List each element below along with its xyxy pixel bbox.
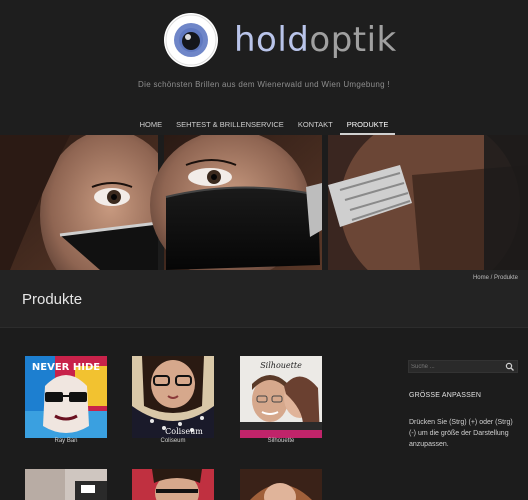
product-label-ray-ban: Ray Ban — [54, 438, 78, 444]
site-logo[interactable]: holdoptik — [164, 12, 397, 68]
logo-text-part2: optik — [309, 20, 397, 60]
product-card-ray-ban[interactable]: NEVER HIDE — [25, 356, 107, 438]
product-label-silhouette: Silhouette — [267, 438, 295, 444]
site-tagline: Die schönsten Brillen aus dem Wienerwald… — [138, 80, 390, 89]
product-card-row2-3[interactable] — [240, 469, 322, 500]
product-image-ray-ban: NEVER HIDE — [25, 356, 107, 438]
hero-banner — [0, 135, 528, 270]
nav-item-kontakt[interactable]: KONTAKT — [291, 115, 340, 135]
nav-item-sehtest[interactable]: SEHTEST & BRILLENSERVICE — [169, 115, 291, 135]
product-image-text-silhouette: Silhouette — [260, 361, 302, 370]
breadcrumb: Home / Produkte — [473, 275, 518, 281]
breadcrumb-current: Produkte — [493, 275, 518, 281]
eye-logo-icon — [164, 13, 218, 67]
product-card-silhouette[interactable]: Silhouette — [240, 356, 322, 438]
main-nav: HOME SEHTEST & BRILLENSERVICE KONTAKT PR… — [0, 115, 528, 135]
hero-banner-image — [0, 135, 528, 270]
product-card-coliseum[interactable]: Coliseum — [132, 356, 214, 438]
product-image-text-coliseum: Coliseum — [165, 427, 203, 436]
product-card-row2-1[interactable] — [25, 469, 107, 500]
logo-text-part1: hold — [234, 20, 310, 60]
product-image-row2-1 — [25, 469, 107, 500]
product-image-row2-2 — [132, 469, 214, 500]
page-title-bar: Home / Produkte Produkte — [0, 270, 528, 328]
search-input[interactable] — [411, 361, 501, 372]
site-header: holdoptik Die schönsten Brillen aus dem … — [0, 0, 528, 115]
nav-item-home[interactable]: HOME — [133, 115, 170, 135]
nav-item-produkte[interactable]: PRODUKTE — [339, 115, 396, 135]
widget-text-resize: Drücken Sie (Strg) (+) oder (Strg) (-) u… — [409, 419, 513, 448]
product-image-text-ray-ban: NEVER HIDE — [32, 362, 100, 373]
product-card-row2-2[interactable] — [132, 469, 214, 500]
breadcrumb-home-link[interactable]: Home — [473, 275, 489, 281]
product-label-coliseum: Coliseum — [160, 438, 186, 444]
widget-title-resize: GRÖSSE ANPASSEN — [409, 392, 482, 399]
search-box — [408, 360, 518, 373]
product-image-row2-3 — [240, 469, 322, 500]
product-image-coliseum: Coliseum — [132, 356, 214, 438]
page-title: Produkte — [22, 291, 83, 308]
site-logo-text: holdoptik — [234, 20, 397, 60]
breadcrumb-separator: / — [490, 275, 493, 281]
search-icon[interactable] — [505, 362, 515, 372]
product-image-silhouette: Silhouette — [240, 356, 322, 438]
